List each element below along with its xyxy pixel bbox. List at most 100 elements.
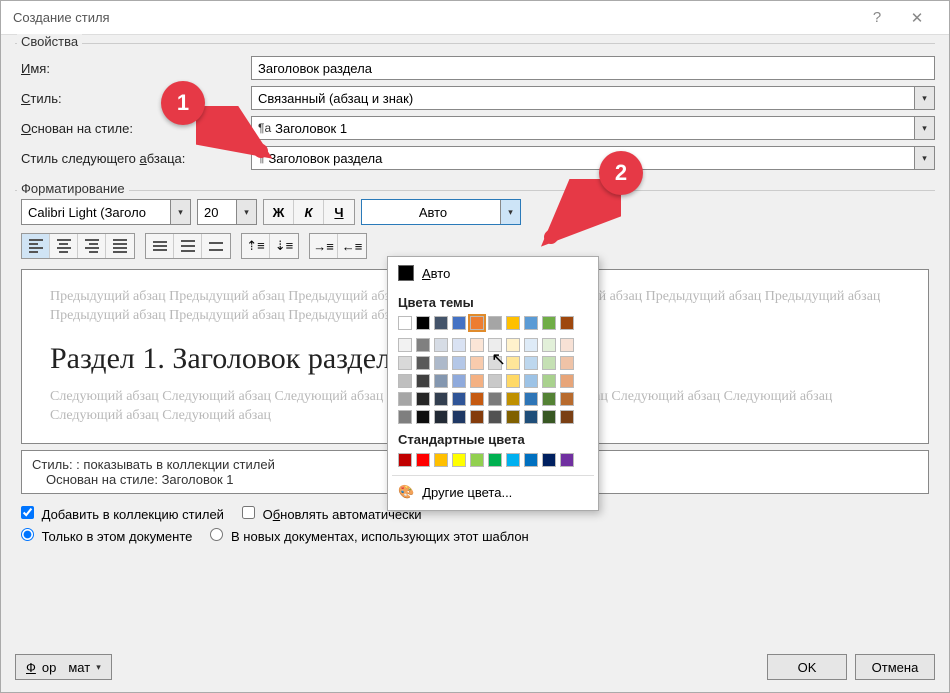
name-input[interactable]: [251, 56, 935, 80]
color-swatch[interactable]: [506, 356, 520, 370]
color-swatch[interactable]: [524, 356, 538, 370]
color-swatch[interactable]: [524, 410, 538, 424]
chevron-down-icon[interactable]: ▾: [236, 200, 256, 224]
color-swatch[interactable]: [560, 374, 574, 388]
color-swatch[interactable]: [524, 453, 538, 467]
increase-indent-button[interactable]: →≡: [310, 234, 338, 258]
color-swatch[interactable]: [542, 410, 556, 424]
color-swatch[interactable]: [470, 392, 484, 406]
add-collection-check[interactable]: Добавить в коллекцию стилей: [21, 506, 224, 522]
font-combo[interactable]: Calibri Light (Заголо ▾: [21, 199, 191, 225]
color-swatch[interactable]: [452, 316, 466, 330]
color-swatch[interactable]: [542, 356, 556, 370]
color-swatch[interactable]: [470, 374, 484, 388]
color-swatch[interactable]: [398, 316, 412, 330]
color-swatch[interactable]: [416, 356, 430, 370]
next-style-combo[interactable]: ¶ Заголовок раздела ▾: [251, 146, 935, 170]
color-swatch[interactable]: [452, 338, 466, 352]
color-swatch[interactable]: [506, 453, 520, 467]
color-swatch[interactable]: [434, 374, 448, 388]
color-swatch[interactable]: [560, 392, 574, 406]
color-swatch[interactable]: [506, 374, 520, 388]
color-swatch[interactable]: [398, 374, 412, 388]
style-type-combo[interactable]: Связанный (абзац и знак) ▾: [251, 86, 935, 110]
underline-button[interactable]: Ч: [324, 200, 354, 224]
color-swatch[interactable]: [452, 453, 466, 467]
line-spacing-1-button[interactable]: [146, 234, 174, 258]
color-swatch[interactable]: [524, 338, 538, 352]
color-swatch[interactable]: [470, 316, 484, 330]
chevron-down-icon[interactable]: ▾: [914, 147, 934, 169]
close-icon[interactable]: ✕: [897, 9, 937, 27]
more-colors-option[interactable]: 🎨 Другие цвета...: [388, 476, 598, 504]
color-swatch[interactable]: [488, 316, 502, 330]
ok-button[interactable]: OK: [767, 654, 847, 680]
color-swatch[interactable]: [470, 410, 484, 424]
color-swatch[interactable]: [506, 392, 520, 406]
font-size-combo[interactable]: 20 ▾: [197, 199, 257, 225]
color-swatch[interactable]: [470, 356, 484, 370]
color-swatch[interactable]: [416, 374, 430, 388]
color-swatch[interactable]: [488, 356, 502, 370]
color-swatch[interactable]: [416, 410, 430, 424]
line-spacing-2-button[interactable]: [202, 234, 230, 258]
color-swatch[interactable]: [488, 338, 502, 352]
chevron-down-icon[interactable]: ▾: [170, 200, 190, 224]
color-swatch[interactable]: [542, 453, 556, 467]
color-swatch[interactable]: [488, 392, 502, 406]
color-auto-option[interactable]: Авто: [388, 257, 598, 289]
color-swatch[interactable]: [434, 316, 448, 330]
space-after-button[interactable]: ⇣≡: [270, 234, 298, 258]
color-swatch[interactable]: [416, 338, 430, 352]
color-swatch[interactable]: [470, 338, 484, 352]
color-swatch[interactable]: [398, 392, 412, 406]
color-swatch[interactable]: [542, 374, 556, 388]
italic-button[interactable]: К: [294, 200, 324, 224]
color-swatch[interactable]: [434, 356, 448, 370]
color-swatch[interactable]: [524, 392, 538, 406]
color-swatch[interactable]: [560, 316, 574, 330]
color-swatch[interactable]: [488, 410, 502, 424]
align-left-button[interactable]: [22, 234, 50, 258]
font-color-combo[interactable]: Авто ▾: [361, 199, 521, 225]
space-before-button[interactable]: ⇡≡: [242, 234, 270, 258]
color-swatch[interactable]: [560, 338, 574, 352]
format-button[interactable]: Формат ▾: [15, 654, 112, 680]
color-swatch[interactable]: [524, 374, 538, 388]
align-center-button[interactable]: [50, 234, 78, 258]
color-swatch[interactable]: [416, 392, 430, 406]
color-swatch[interactable]: [434, 338, 448, 352]
bold-button[interactable]: Ж: [264, 200, 294, 224]
align-right-button[interactable]: [78, 234, 106, 258]
color-swatch[interactable]: [506, 338, 520, 352]
color-swatch[interactable]: [542, 316, 556, 330]
cancel-button[interactable]: Отмена: [855, 654, 935, 680]
decrease-indent-button[interactable]: ←≡: [338, 234, 366, 258]
based-on-combo[interactable]: ¶a Заголовок 1 ▾: [251, 116, 935, 140]
new-docs-radio[interactable]: В новых документах, использующих этот ша…: [210, 528, 528, 544]
color-swatch[interactable]: [488, 453, 502, 467]
color-swatch[interactable]: [452, 374, 466, 388]
help-icon[interactable]: ?: [857, 9, 897, 26]
color-swatch[interactable]: [434, 453, 448, 467]
color-swatch[interactable]: [434, 392, 448, 406]
color-swatch[interactable]: [560, 453, 574, 467]
color-swatch[interactable]: [398, 453, 412, 467]
color-swatch[interactable]: [398, 410, 412, 424]
color-swatch[interactable]: [506, 410, 520, 424]
only-doc-radio[interactable]: Только в этом документе: [21, 528, 192, 544]
line-spacing-15-button[interactable]: [174, 234, 202, 258]
chevron-down-icon[interactable]: ▾: [914, 117, 934, 139]
color-swatch[interactable]: [560, 410, 574, 424]
color-swatch[interactable]: [470, 453, 484, 467]
color-swatch[interactable]: [542, 338, 556, 352]
color-swatch[interactable]: [452, 356, 466, 370]
chevron-down-icon[interactable]: ▾: [914, 87, 934, 109]
color-swatch[interactable]: [506, 316, 520, 330]
color-swatch[interactable]: [434, 410, 448, 424]
chevron-down-icon[interactable]: ▾: [500, 200, 520, 224]
color-swatch[interactable]: [560, 356, 574, 370]
color-swatch[interactable]: [452, 392, 466, 406]
color-swatch[interactable]: [398, 356, 412, 370]
color-swatch[interactable]: [398, 338, 412, 352]
